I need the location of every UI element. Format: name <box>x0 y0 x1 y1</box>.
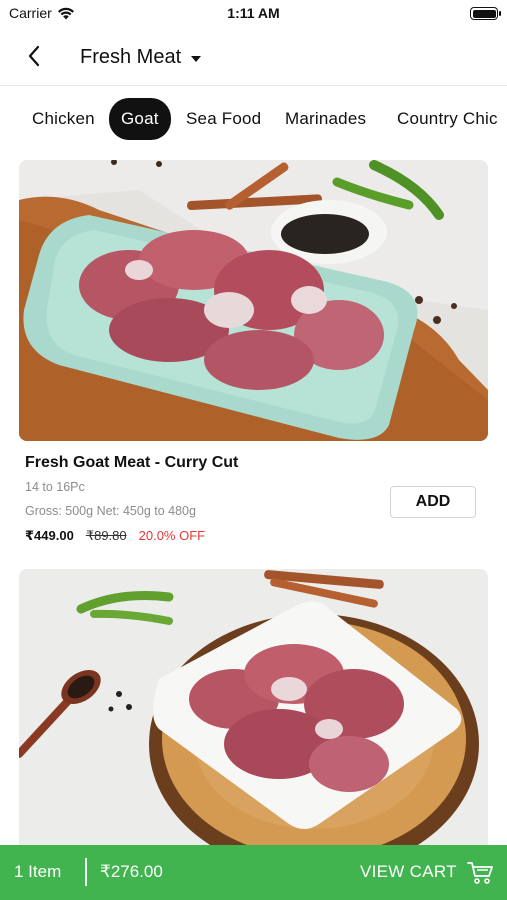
add-button[interactable]: ADD <box>390 486 476 518</box>
tab-chicken[interactable]: Chicken <box>20 98 107 140</box>
product-prices: ₹449.00 ₹89.80 20.0% OFF <box>25 528 205 544</box>
discount-badge: 20.0% OFF <box>138 528 206 543</box>
product-name[interactable]: Fresh Goat Meat - Curry Cut <box>25 454 238 472</box>
cart-bar[interactable]: 1 Item ₹276.00 VIEW CART <box>0 845 507 900</box>
tab-country-chicken[interactable]: Country Chic <box>385 98 507 140</box>
product-price: ₹449.00 <box>25 528 74 543</box>
cart-divider <box>85 858 87 886</box>
category-tabs: Chicken Goat Sea Food Marinades Country … <box>0 87 507 153</box>
clock: 1:11 AM <box>227 5 280 21</box>
goat-meat-photo <box>19 569 488 859</box>
cart-icon[interactable] <box>466 858 494 886</box>
product-image[interactable] <box>19 569 488 859</box>
cart-item-count: 1 Item <box>14 862 62 881</box>
caret-down-icon <box>191 55 202 62</box>
page-title: Fresh Meat <box>80 46 182 68</box>
product-pieces: 14 to 16Pc <box>25 480 85 494</box>
tab-marinades[interactable]: Marinades <box>273 98 378 140</box>
product-weight: Gross: 500g Net: 450g to 480g <box>25 504 196 518</box>
category-dropdown[interactable]: Fresh Meat <box>80 46 202 69</box>
status-bar: Carrier 1:11 AM <box>0 0 507 28</box>
battery-icon <box>470 7 501 20</box>
cart-total: ₹276.00 <box>100 862 163 881</box>
goat-curry-cut-photo <box>19 160 488 441</box>
tab-goat[interactable]: Goat <box>109 98 171 140</box>
tab-sea-food[interactable]: Sea Food <box>174 98 273 140</box>
chevron-left-icon <box>28 45 40 67</box>
product-image[interactable] <box>19 160 488 441</box>
nav-header: Fresh Meat <box>0 28 507 86</box>
view-cart-button[interactable]: VIEW CART <box>360 862 457 882</box>
product-mrp: ₹89.80 <box>85 528 127 543</box>
back-button[interactable] <box>18 40 50 72</box>
